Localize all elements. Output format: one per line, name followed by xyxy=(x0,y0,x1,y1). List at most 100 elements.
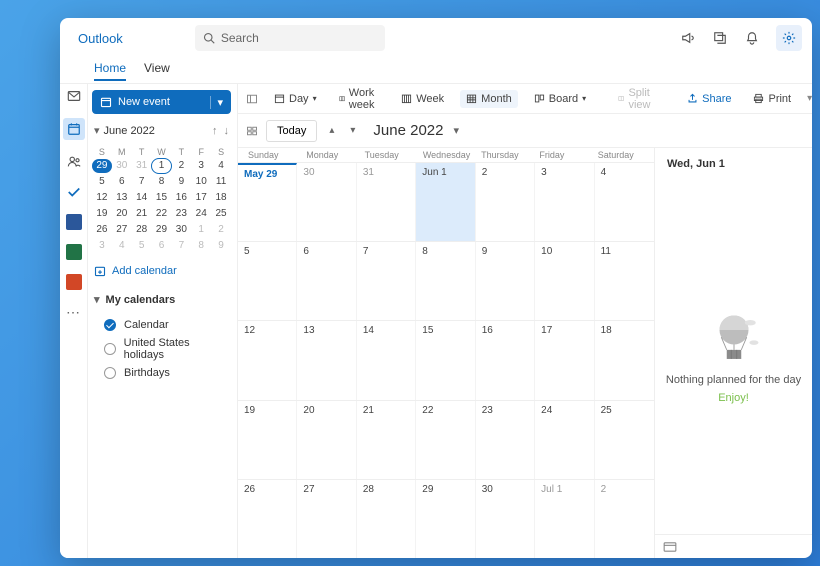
day-cell[interactable]: 22 xyxy=(416,401,475,479)
minical-next-icon[interactable]: ↓ xyxy=(224,125,230,137)
app-word-icon[interactable] xyxy=(66,214,82,230)
checkbox-icon[interactable] xyxy=(104,367,116,379)
minical-prev-icon[interactable]: ↑ xyxy=(212,125,218,137)
minical-day[interactable]: 6 xyxy=(152,239,172,253)
minical-day[interactable]: 5 xyxy=(92,175,112,189)
next-month-icon[interactable]: ▾ xyxy=(346,123,359,138)
app-excel-icon[interactable] xyxy=(66,244,82,260)
minical-day[interactable]: 30 xyxy=(171,223,191,237)
board-view-button[interactable]: Board▾ xyxy=(528,90,592,108)
chevron-down-icon[interactable]: ▾ xyxy=(210,96,223,109)
share-button[interactable]: Share xyxy=(681,90,737,108)
split-view-button[interactable]: Split view xyxy=(612,84,661,114)
day-cell[interactable]: 6 xyxy=(297,242,356,320)
today-button[interactable]: Today xyxy=(266,120,317,142)
minical-day[interactable]: 7 xyxy=(132,175,152,189)
calendar-item[interactable]: Calendar xyxy=(92,316,231,334)
new-event-button[interactable]: New event ▾ xyxy=(92,90,231,114)
settings-icon[interactable] xyxy=(776,25,802,51)
minical-day[interactable]: 8 xyxy=(152,175,172,189)
week-view-button[interactable]: Week xyxy=(395,90,450,108)
day-cell[interactable]: 29 xyxy=(416,480,475,558)
day-cell[interactable]: 11 xyxy=(595,242,654,320)
minical-day[interactable]: 25 xyxy=(211,207,231,221)
day-cell[interactable]: 12 xyxy=(238,321,297,399)
day-cell[interactable]: May 29 xyxy=(238,163,297,241)
minical-day[interactable]: 5 xyxy=(132,239,152,253)
calendar-item[interactable]: Birthdays xyxy=(92,364,231,382)
tab-home[interactable]: Home xyxy=(94,61,126,81)
minical-day[interactable]: 17 xyxy=(191,191,211,205)
search-box[interactable]: Search xyxy=(195,25,385,51)
minical-day[interactable]: 31 xyxy=(132,159,152,173)
day-cell[interactable]: 17 xyxy=(535,321,594,399)
minical-day[interactable]: 7 xyxy=(171,239,191,253)
day-cell[interactable]: 31 xyxy=(357,163,416,241)
minical-day[interactable]: 8 xyxy=(191,239,211,253)
day-view-button[interactable]: Day▾ xyxy=(268,90,323,108)
day-cell[interactable]: 5 xyxy=(238,242,297,320)
minical-day[interactable]: 11 xyxy=(211,175,231,189)
day-cell[interactable]: 16 xyxy=(476,321,535,399)
checkbox-icon[interactable] xyxy=(104,343,116,355)
minical-day[interactable]: 2 xyxy=(171,159,191,173)
day-cell[interactable]: 18 xyxy=(595,321,654,399)
overflow-icon[interactable]: ▾ xyxy=(807,93,812,104)
day-cell[interactable]: 2 xyxy=(476,163,535,241)
minical-day[interactable]: 29 xyxy=(152,223,172,237)
more-apps-icon[interactable]: ⋯ xyxy=(66,304,81,321)
minical-day[interactable]: 14 xyxy=(132,191,152,205)
minical-day[interactable]: 20 xyxy=(112,207,132,221)
day-cell[interactable]: 19 xyxy=(238,401,297,479)
day-cell[interactable]: 28 xyxy=(357,480,416,558)
open-new-icon[interactable] xyxy=(712,30,728,46)
app-powerpoint-icon[interactable] xyxy=(66,274,82,290)
minical-day[interactable]: 9 xyxy=(211,239,231,253)
day-cell[interactable]: 2 xyxy=(595,480,654,558)
bell-icon[interactable] xyxy=(744,30,760,46)
minical-day[interactable]: 3 xyxy=(92,239,112,253)
day-cell[interactable]: 26 xyxy=(238,480,297,558)
sidebar-toggle-icon[interactable] xyxy=(246,93,258,105)
day-cell[interactable]: 7 xyxy=(357,242,416,320)
day-cell[interactable]: 27 xyxy=(297,480,356,558)
minical-day[interactable]: 29 xyxy=(92,159,112,173)
prev-month-icon[interactable]: ▴ xyxy=(325,123,338,138)
minical-day[interactable]: 2 xyxy=(211,223,231,237)
minical-day[interactable]: 23 xyxy=(171,207,191,221)
calendar-icon[interactable] xyxy=(63,118,85,140)
calendar-item[interactable]: United States holidays xyxy=(92,334,231,364)
day-cell[interactable]: 13 xyxy=(297,321,356,399)
minical-day[interactable]: 30 xyxy=(112,159,132,173)
tab-view[interactable]: View xyxy=(144,61,170,81)
minical-day[interactable]: 18 xyxy=(211,191,231,205)
minical-day[interactable]: 27 xyxy=(112,223,132,237)
day-cell[interactable]: 14 xyxy=(357,321,416,399)
minical-day[interactable]: 3 xyxy=(191,159,211,173)
megaphone-icon[interactable] xyxy=(680,30,696,46)
minical-day[interactable]: 28 xyxy=(132,223,152,237)
minical-day[interactable]: 19 xyxy=(92,207,112,221)
day-cell[interactable]: 30 xyxy=(476,480,535,558)
minical-day[interactable]: 15 xyxy=(152,191,172,205)
minical-day[interactable]: 26 xyxy=(92,223,112,237)
minical-day[interactable]: 9 xyxy=(171,175,191,189)
chevron-down-icon[interactable]: ▾ xyxy=(94,124,100,137)
minical-day[interactable]: 16 xyxy=(171,191,191,205)
minical-day[interactable]: 22 xyxy=(152,207,172,221)
chevron-down-icon[interactable]: ▾ xyxy=(454,124,460,137)
print-button[interactable]: Print xyxy=(747,90,797,108)
day-cell[interactable]: 3 xyxy=(535,163,594,241)
day-cell[interactable]: 10 xyxy=(535,242,594,320)
day-cell[interactable]: 8 xyxy=(416,242,475,320)
day-cell[interactable]: 25 xyxy=(595,401,654,479)
day-cell[interactable]: 21 xyxy=(357,401,416,479)
month-view-button[interactable]: Month xyxy=(460,90,518,108)
minical-day[interactable]: 12 xyxy=(92,191,112,205)
minical-day[interactable]: 1 xyxy=(191,223,211,237)
card-icon[interactable] xyxy=(663,542,677,552)
minical-day[interactable]: 13 xyxy=(112,191,132,205)
add-calendar-button[interactable]: Add calendar xyxy=(92,259,231,283)
day-cell[interactable]: 15 xyxy=(416,321,475,399)
day-cell[interactable]: 9 xyxy=(476,242,535,320)
